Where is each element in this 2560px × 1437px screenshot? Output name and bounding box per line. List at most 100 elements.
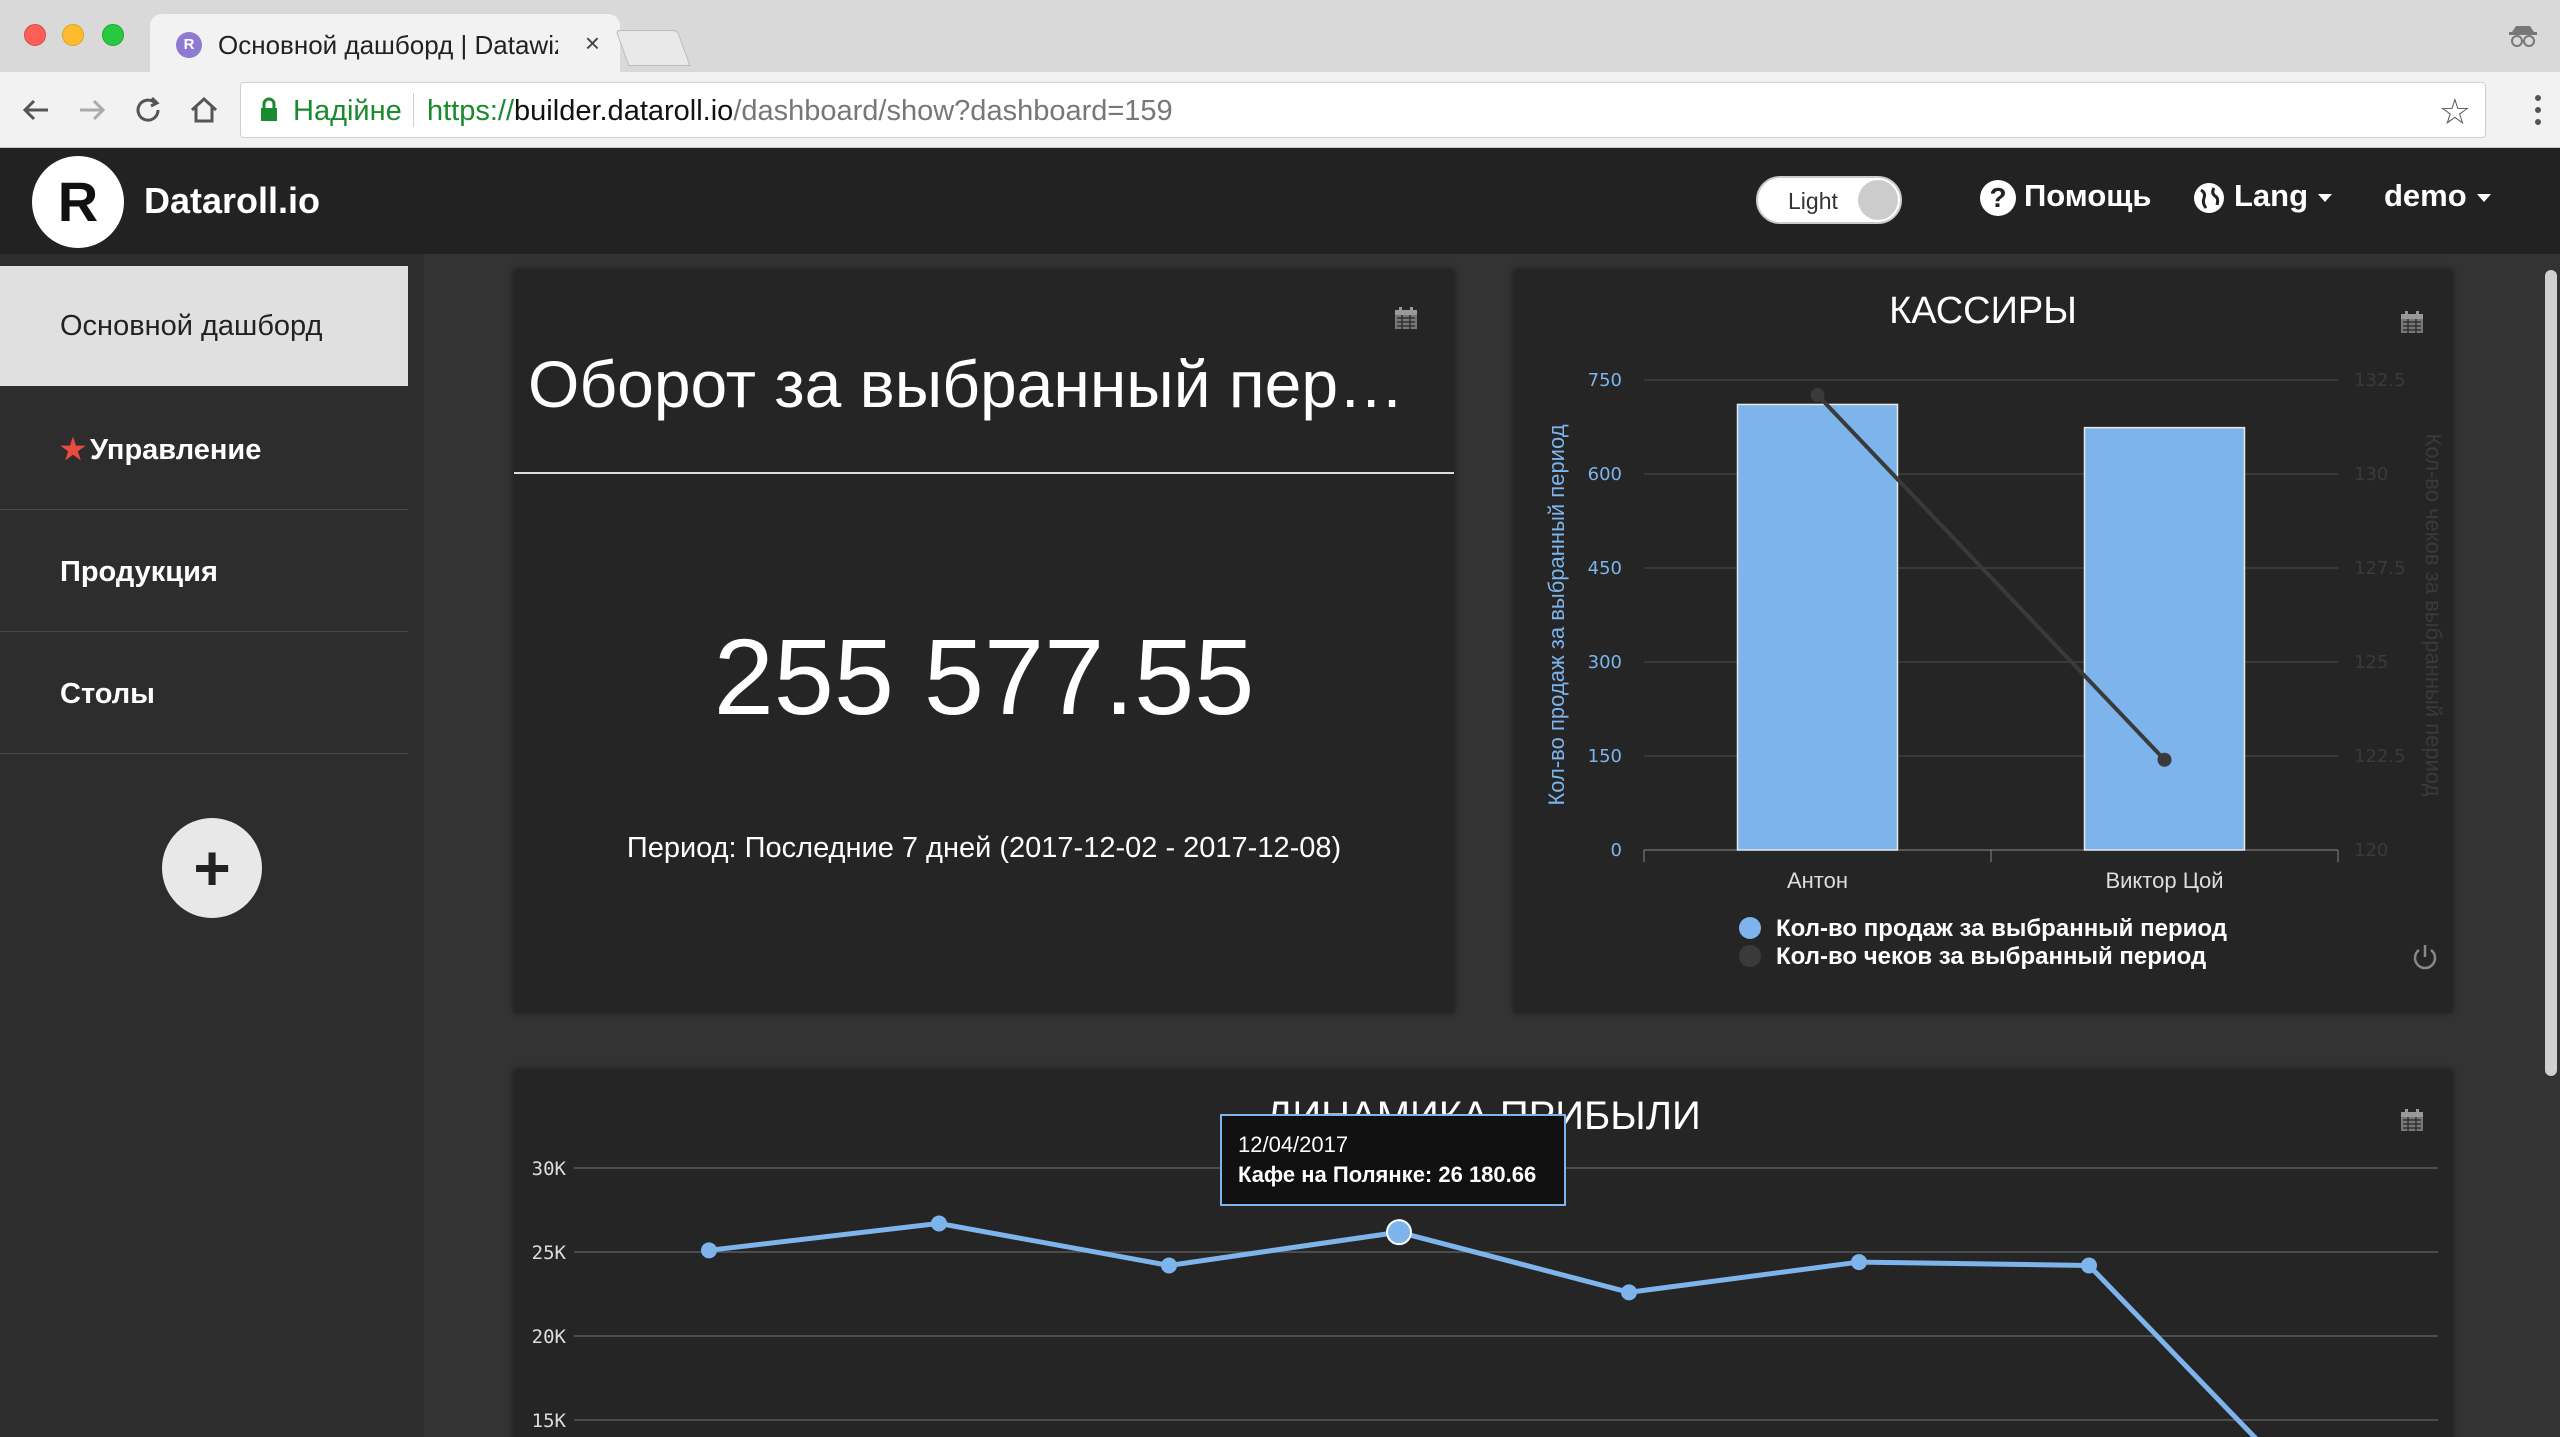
power-icon[interactable] (2410, 942, 2440, 972)
language-dropdown[interactable]: Lang (2192, 178, 2333, 215)
y-right-tick-label: 120 (2354, 840, 2388, 861)
sidebar-item-label: Продукция (60, 556, 218, 588)
legend-marker (1739, 945, 1761, 967)
bar (2083, 426, 2246, 851)
x-tick-label: Виктор Цой (2105, 868, 2223, 893)
kpi-value: 255 577.55 (713, 616, 1255, 737)
app-header: R Dataroll.io Light ? Помощь Lang demo (0, 148, 2560, 254)
globe-icon (2194, 182, 2224, 213)
bookmark-star-icon[interactable]: ☆ (2439, 91, 2471, 133)
cashiers-chart-card: КАССИРЫ 0 150 300 450 600 750 120 122.5 125 127.5… (1514, 270, 2452, 1012)
y-tick-label: 25K (532, 1242, 567, 1264)
y-right-tick-label: 132.5 (2354, 370, 2406, 391)
x-tick-label: Антон (1787, 868, 1848, 893)
y-tick-label: 0 (1611, 840, 1622, 861)
help-label: Помощь (2024, 178, 2152, 213)
line-point (931, 1215, 947, 1232)
line-point (1810, 388, 1825, 403)
url-text[interactable]: https://builder.dataroll.io/dashboard/sh… (427, 95, 1173, 128)
sidebar-item-tables[interactable]: Столы (0, 634, 408, 754)
kpi-period: Период: Последние 7 дней (2017-12-02 - 2… (626, 832, 1342, 864)
sidebar-item-management[interactable]: ★ Управление (0, 390, 408, 510)
line-point (701, 1242, 717, 1259)
help-icon: ? (1980, 179, 2016, 216)
browser-menu-icon[interactable] (2534, 90, 2542, 130)
divider (514, 472, 1454, 474)
kpi-card: Оборот за выбранный пер… 255 577.55 Пери… (514, 270, 1454, 1012)
line-point (1161, 1257, 1177, 1274)
y-axis-label: Кол-во продаж за выбранный период (1544, 424, 1569, 805)
user-name: demo (2384, 178, 2467, 213)
profile-icon[interactable] (2508, 24, 2538, 48)
sidebar-item-main-dashboard[interactable]: Основной дашборд (0, 266, 408, 386)
theme-toggle-knob (1858, 180, 1898, 220)
tooltip-date: 12/04/2017 (1238, 1132, 1349, 1157)
y-right-tick-label: 127.5 (2354, 558, 2406, 579)
y-axis-right-label: Кол-во чеков за выбранный период (2421, 434, 2446, 797)
window-close-button[interactable] (24, 24, 46, 46)
legend-item: Кол-во чеков за выбранный период (1776, 943, 2206, 970)
secure-label: Надійне (293, 95, 402, 127)
tab-close-icon[interactable]: × (585, 28, 600, 59)
new-tab-button[interactable] (615, 30, 691, 66)
brand-name[interactable]: Dataroll.io (144, 180, 320, 222)
window-maximize-button[interactable] (102, 24, 124, 46)
add-dashboard-button[interactable]: + (162, 818, 262, 918)
sidebar: Основной дашборд ★ Управление Продукция С… (0, 254, 424, 1437)
reload-icon[interactable] (128, 90, 168, 130)
y-tick-label: 15K (532, 1410, 567, 1432)
profit-chart-card: 15K20K25K30K ДИНАМИКА ПРИБЫЛИ 12/04/2017… (514, 1070, 2452, 1437)
sidebar-item-products[interactable]: Продукция (0, 512, 408, 632)
tooltip-value: Кафе на Полянке: 26 180.66 (1238, 1162, 1537, 1187)
window-minimize-button[interactable] (62, 24, 84, 46)
lock-icon (261, 97, 277, 121)
y-tick-label: 750 (1588, 370, 1622, 391)
bar (1736, 403, 1899, 851)
active-point (1386, 1219, 1412, 1246)
back-arrow-icon[interactable] (16, 90, 56, 130)
line-point (1851, 1254, 1867, 1271)
legend-item: Кол-во продаж за выбранный период (1776, 915, 2227, 942)
kpi-title: Оборот за выбранный пер… (528, 347, 1405, 421)
language-label: Lang (2234, 178, 2309, 213)
sidebar-item-label: Основной дашборд (60, 310, 323, 342)
home-icon[interactable] (184, 90, 224, 130)
address-bar[interactable]: Надійне https://builder.dataroll.io/dash… (240, 82, 2486, 138)
y-tick-label: 20K (532, 1326, 567, 1348)
y-tick-label: 600 (1588, 464, 1622, 485)
tab-title: Основной дашборд | Datawiz (218, 30, 558, 60)
star-icon: ★ (60, 434, 86, 466)
legend-marker (1739, 917, 1761, 939)
user-menu[interactable]: demo (2384, 178, 2491, 214)
line-point (1621, 1284, 1637, 1301)
url-divider (413, 93, 414, 127)
line-point (2157, 752, 2172, 767)
calendar-icon[interactable] (2400, 1108, 2424, 1132)
line-point (2081, 1257, 2097, 1274)
y-tick-label: 30K (532, 1158, 567, 1180)
y-tick-label: 450 (1588, 558, 1622, 579)
sidebar-item-label: Столы (60, 678, 155, 710)
help-button[interactable]: ? Помощь (1980, 178, 2151, 222)
y-right-tick-label: 122.5 (2354, 746, 2406, 767)
calendar-icon[interactable] (1394, 306, 1418, 330)
logo[interactable]: R (32, 156, 124, 248)
theme-toggle[interactable]: Light (1756, 176, 1902, 224)
sidebar-item-label: Управление (90, 434, 262, 466)
y-tick-label: 300 (1588, 652, 1622, 673)
forward-arrow-icon[interactable] (72, 90, 112, 130)
series-line (708, 1220, 2258, 1437)
browser-tab[interactable]: R Основной дашборд | Datawiz × (150, 14, 620, 72)
cashiers-chart: 0 150 300 450 600 750 120 122.5 125 127.5 130 132.5… (1544, 370, 2446, 970)
y-right-tick-label: 130 (2354, 464, 2388, 485)
chevron-down-icon (2318, 193, 2333, 202)
y-right-tick-label: 125 (2354, 652, 2388, 673)
browser-tab-bar: R Основной дашборд | Datawiz × (0, 0, 2560, 72)
favicon-icon: R (176, 32, 202, 58)
chart-tooltip: 12/04/2017 Кафе на Полянке: 26 180.66 (1220, 1114, 1566, 1206)
browser-toolbar: Надійне https://builder.dataroll.io/dash… (0, 72, 2560, 148)
theme-toggle-label: Light (1788, 188, 1838, 214)
y-tick-label: 150 (1588, 746, 1622, 767)
page-scrollbar[interactable] (2545, 270, 2557, 1076)
chevron-down-icon (2476, 193, 2491, 202)
